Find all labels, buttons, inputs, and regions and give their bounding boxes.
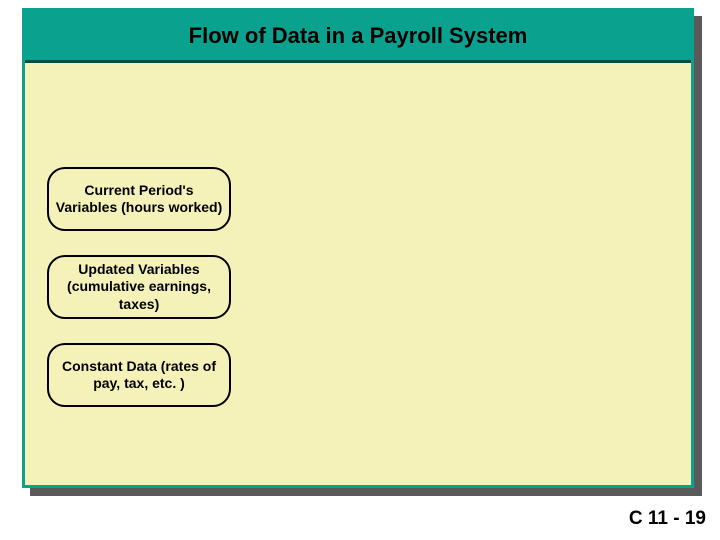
node-current-period-variables: Current Period's Variables (hours worked… [47,167,231,231]
node-label: Updated Variables (cumulative earnings, … [55,261,223,314]
node-constant-data: Constant Data (rates of pay, tax, etc. ) [47,343,231,407]
content-panel: Flow of Data in a Payroll System Current… [22,8,694,488]
title-bar: Flow of Data in a Payroll System [25,11,691,63]
node-label: Constant Data (rates of pay, tax, etc. ) [55,358,223,393]
node-updated-variables: Updated Variables (cumulative earnings, … [47,255,231,319]
page-number: C 11 - 19 [629,508,706,530]
slide: Flow of Data in a Payroll System Current… [0,0,720,540]
slide-title: Flow of Data in a Payroll System [189,23,528,49]
node-label: Current Period's Variables (hours worked… [55,182,223,217]
